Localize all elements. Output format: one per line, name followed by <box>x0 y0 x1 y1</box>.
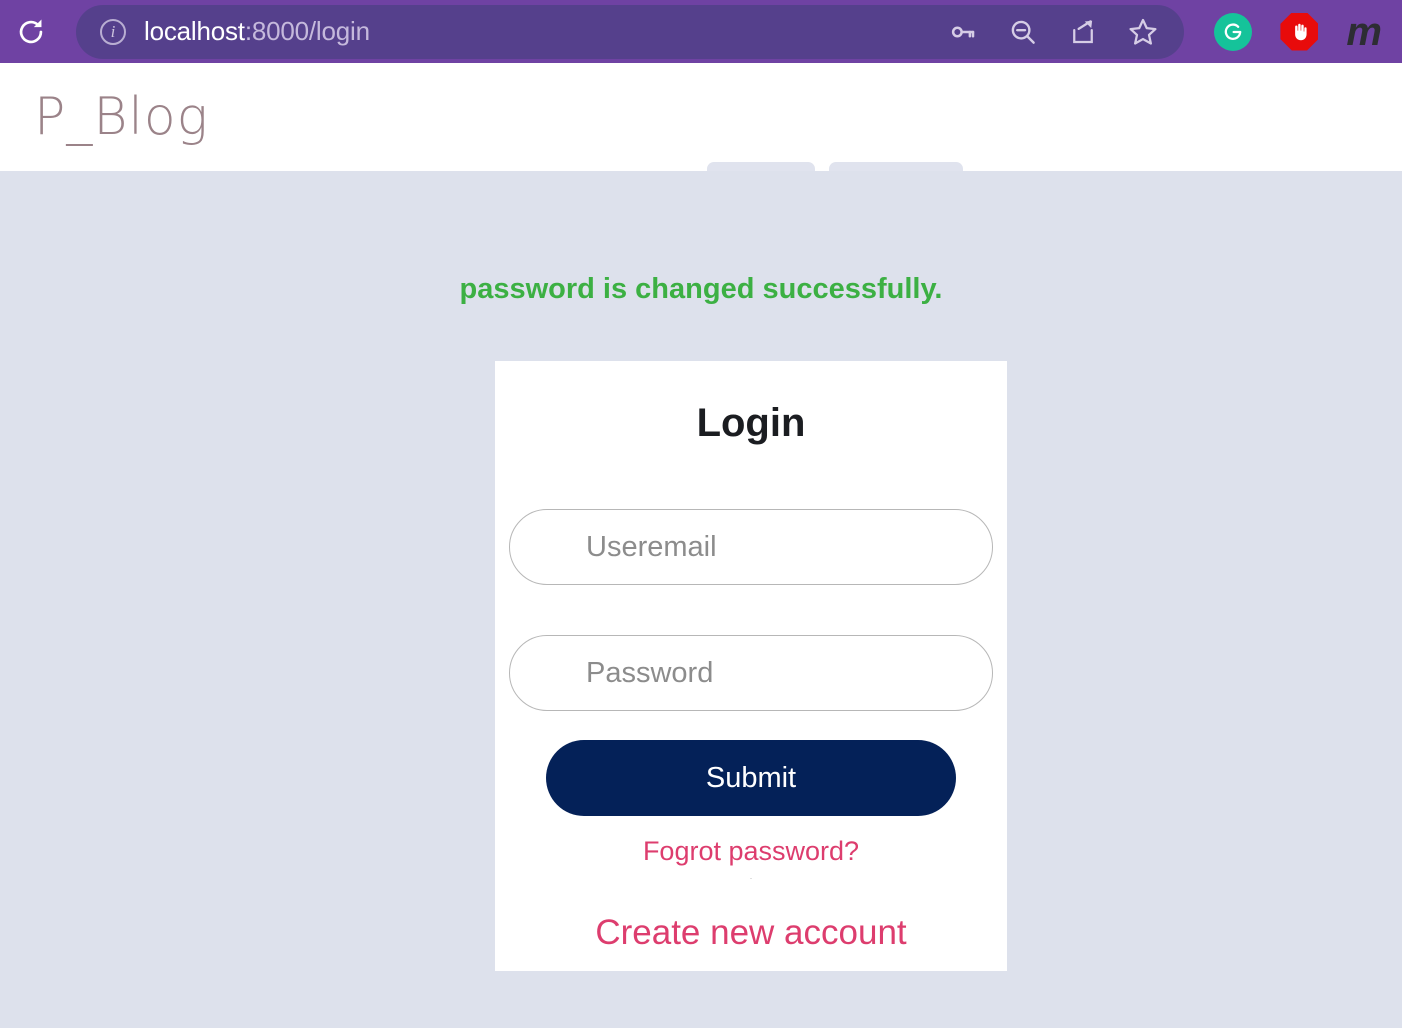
page-content-area: password is changed successfully. Login … <box>0 171 1402 1028</box>
url-host: localhost <box>144 16 245 46</box>
site-navbar: P_Blog Login Sign Up <box>0 63 1402 212</box>
reload-icon[interactable] <box>6 7 56 57</box>
url-action-icons <box>946 15 1174 49</box>
browser-toolbar: i localhost:8000/login m <box>0 0 1402 63</box>
login-card-title: Login <box>696 401 806 445</box>
submit-button[interactable]: Submit <box>546 740 956 816</box>
decorative-artifact: · <box>749 873 753 883</box>
info-circle-icon[interactable]: i <box>100 18 126 45</box>
m-extension-icon[interactable]: m <box>1346 12 1382 52</box>
site-brand-logo[interactable]: P_Blog <box>34 87 209 147</box>
email-input[interactable] <box>509 509 993 585</box>
login-card: Login Submit Fogrot password? · Create n… <box>495 361 1007 971</box>
forgot-password-link[interactable]: Fogrot password? <box>495 836 1007 867</box>
password-input[interactable] <box>509 635 993 711</box>
url-path: :8000/login <box>244 16 370 46</box>
extension-icons: m <box>1214 12 1382 52</box>
grammarly-extension-icon[interactable] <box>1214 12 1253 51</box>
zoom-out-icon[interactable] <box>1006 15 1040 49</box>
bookmark-star-icon[interactable] <box>1126 15 1160 49</box>
flash-success-message: password is changed successfully. <box>459 273 943 305</box>
url-text: localhost:8000/login <box>144 16 370 47</box>
url-bar[interactable]: i localhost:8000/login <box>76 4 1185 59</box>
password-key-icon[interactable] <box>946 15 980 49</box>
adblock-extension-icon[interactable] <box>1280 12 1319 51</box>
create-account-link[interactable]: Create new account <box>495 913 1007 953</box>
share-icon[interactable] <box>1066 15 1100 49</box>
